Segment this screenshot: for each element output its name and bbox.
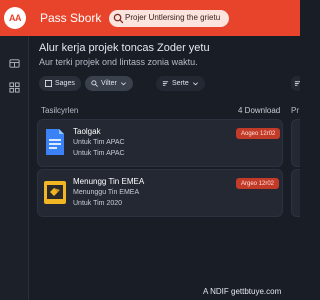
document-icon: [46, 129, 64, 155]
download-link[interactable]: 4 Download: [238, 106, 280, 115]
side-column-label: Pr: [291, 106, 299, 115]
search-icon: [113, 13, 124, 24]
sort-icon: [162, 81, 169, 86]
search-placeholder: Projer Untlersing the grietu: [125, 13, 221, 22]
sort-dropdown-label: Serte: [172, 80, 189, 87]
main-content: Alur kerja projek toncas Zoder yetu Aur …: [29, 36, 300, 300]
checkbox-icon: [45, 80, 52, 87]
project-card[interactable]: Taolgak Untuk Tim APAC Untuk Tim APAC Ao…: [37, 119, 283, 167]
filter-chip-sages[interactable]: Sages: [39, 76, 81, 91]
more-options-button[interactable]: [291, 76, 300, 91]
filter-dropdown[interactable]: Vilter: [85, 76, 133, 91]
page-subtitle: Aur terki projek ond lintass zonia waktu…: [39, 57, 198, 67]
side-card[interactable]: [291, 119, 300, 167]
chevron-down-icon: [192, 82, 198, 86]
filter-dropdown-label: Vilter: [101, 80, 117, 87]
section-label: Tasilcyrlen: [41, 106, 79, 115]
app-logo[interactable]: AA: [4, 7, 26, 29]
card-subtitle: Untuk Tim 2020: [73, 200, 123, 207]
filter-chip-label: Sages: [55, 80, 75, 87]
card-subtitle: Untuk Tim APAC: [73, 139, 125, 146]
card-title: Menungg Tin EMEA: [73, 177, 145, 186]
app-header: AA Pass Sbork Projer Untlersing the grie…: [0, 0, 300, 36]
app-title: Pass Sbork: [40, 11, 102, 25]
status-badge: Argeo 12r02: [236, 178, 280, 189]
chevron-down-icon: [120, 82, 126, 86]
card-subtitle: Untuk Tim APAC: [73, 150, 125, 157]
sort-icon: [294, 81, 300, 86]
grid-icon[interactable]: [9, 82, 20, 93]
search-input[interactable]: Projer Untlersing the grietu: [109, 10, 229, 27]
project-card[interactable]: Menungg Tin EMEA Menunggu Tin EMEA Untuk…: [37, 169, 283, 217]
folder-icon[interactable]: [9, 58, 20, 69]
page-title: Alur kerja projek toncas Zoder yetu: [39, 42, 210, 54]
card-subtitle: Menunggu Tin EMEA: [73, 189, 140, 196]
status-badge: Aogeo 12r02: [236, 128, 281, 139]
side-card[interactable]: [291, 169, 300, 217]
footer-text: A NDIF gettbtuye.com: [203, 287, 282, 296]
folder-box-icon: [44, 181, 66, 204]
search-icon: [91, 80, 98, 87]
sort-dropdown[interactable]: Serte: [156, 76, 205, 91]
card-title: Taolgak: [73, 127, 101, 136]
sidebar: [0, 36, 29, 300]
